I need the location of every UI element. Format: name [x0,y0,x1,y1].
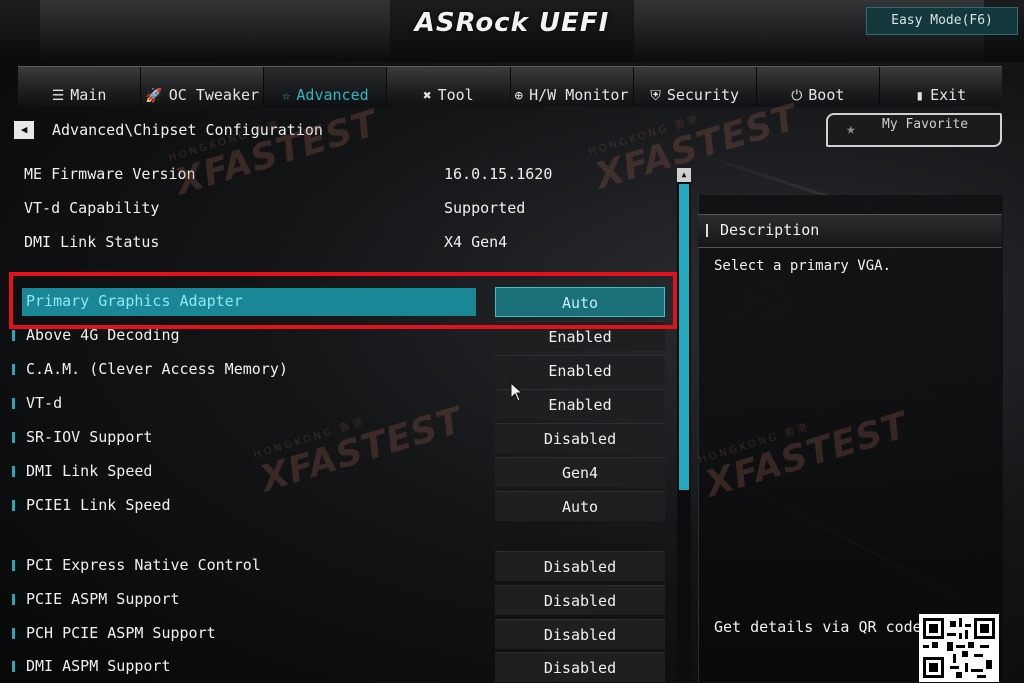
info-label-me-firmware: ME Firmware Version [24,165,196,183]
row-marker [12,628,15,639]
tab-advanced[interactable]: ☆ Advanced [264,67,388,107]
description-header: Description [698,214,1002,248]
info-label-dmi-link-status: DMI Link Status [24,233,160,251]
setting-label: DMI ASPM Support [26,657,171,675]
top-header: ASRock UEFI Easy Mode(F6) [0,0,1024,62]
main-tab-bar: ☰ Main 🚀 OC Tweaker ☆ Advanced ✖ Tool ⊕ … [18,66,1002,107]
setting-row-vt-d[interactable]: VT-d Enabled [0,389,670,419]
setting-row-cam[interactable]: C.A.M. (Clever Access Memory) Enabled [0,355,670,385]
my-favorite-button[interactable]: ★ My Favorite [826,113,1002,147]
exit-door-icon: ▮ [915,88,925,104]
tab-hw-monitor[interactable]: ⊕ H/W Monitor [511,67,634,107]
tab-main[interactable]: ☰ Main [18,67,142,107]
row-marker [12,398,15,409]
tab-label: Main [70,86,107,104]
favorite-label: My Favorite [882,117,969,132]
info-value-vtd-capability: Supported [444,199,526,217]
info-value-dmi-link-status: X4 Gen4 [444,233,508,251]
breadcrumb: Advanced\Chipset Configuration [52,121,323,139]
list-icon: ☰ [51,88,65,104]
setting-value-dropdown[interactable]: Disabled [495,619,665,649]
tab-label: H/W Monitor [529,86,629,104]
qr-code-label: Get details via QR code [714,618,922,636]
back-button[interactable]: ◀ [14,121,34,139]
tab-boot[interactable]: ⏻ Boot [757,67,880,107]
tab-label: Tool [437,86,474,104]
setting-row-dmi-link-speed[interactable]: DMI Link Speed Gen4 [0,457,670,487]
setting-row-pcie1-link-speed[interactable]: PCIE1 Link Speed Auto [0,491,670,521]
tab-label: Security [666,86,740,104]
setting-label: DMI Link Speed [26,462,153,480]
tab-label: Boot [808,86,845,104]
rocket-icon: 🚀 [145,88,163,104]
setting-label: PCI Express Native Control [26,556,261,574]
setting-value-dropdown[interactable]: Gen4 [495,457,665,487]
setting-value-dropdown[interactable]: Disabled [495,585,665,615]
setting-row-pch-pcie-aspm-support[interactable]: PCH PCIE ASPM Support Disabled [0,619,670,649]
setting-row-sr-iov-support[interactable]: SR-IOV Support Disabled [0,423,670,453]
setting-value-dropdown[interactable]: Enabled [495,355,665,385]
setting-row-pcie-aspm-support[interactable]: PCIE ASPM Support Disabled [0,585,670,615]
tab-exit[interactable]: ▮ Exit [880,67,1002,107]
power-icon: ⏻ [791,88,803,104]
row-marker [12,560,15,571]
row-marker [12,466,15,477]
scrollbar-thumb[interactable] [679,184,689,490]
row-marker [12,661,15,672]
globe-icon: ⊕ [514,88,524,104]
scroll-up-arrow-icon[interactable]: ▲ [677,168,691,182]
row-marker [12,330,15,341]
setting-row-pci-express-native-control[interactable]: PCI Express Native Control Disabled [0,551,670,581]
tools-icon: ✖ [423,88,432,104]
setting-value-dropdown[interactable]: Disabled [495,551,665,581]
info-label-vtd-capability: VT-d Capability [24,199,160,217]
star-icon: ☆ [281,88,291,104]
info-value-me-firmware: 16.0.15.1620 [444,165,553,183]
tab-label: Advanced [296,86,369,104]
mouse-cursor-icon [510,382,524,402]
row-marker [12,594,15,605]
setting-label: PCIE ASPM Support [26,590,180,608]
tab-oc-tweaker[interactable]: 🚀 OC Tweaker [141,67,265,107]
setting-row-dmi-aspm-support[interactable]: DMI ASPM Support Disabled [0,652,670,682]
row-marker [12,500,15,511]
setting-label: VT-d [26,394,63,412]
tab-tool[interactable]: ✖ Tool [387,67,511,107]
setting-value-dropdown[interactable]: Auto [495,491,665,521]
setting-label: PCH PCIE ASPM Support [26,624,216,642]
tab-security[interactable]: ⛨ Security [634,67,757,107]
description-text: Select a primary VGA. [714,258,892,274]
setting-value-dropdown[interactable]: Disabled [495,652,665,682]
row-marker [12,432,15,443]
row-marker [12,364,15,375]
qr-code [919,614,999,682]
setting-label: PCIE1 Link Speed [26,496,171,514]
tab-label: OC Tweaker [168,86,260,104]
tab-label: Exit [930,86,967,104]
description-title: Description [720,221,820,239]
shield-icon: ⛨ [650,88,661,104]
red-highlight-annotation [9,272,677,329]
description-header-marker [706,224,708,237]
favorite-star-icon: ★ [846,119,856,138]
setting-value-dropdown[interactable]: Disabled [495,423,665,453]
setting-label: SR-IOV Support [26,428,153,446]
setting-label: C.A.M. (Clever Access Memory) [26,360,288,378]
easy-mode-button[interactable]: Easy Mode(F6) [866,7,1018,35]
